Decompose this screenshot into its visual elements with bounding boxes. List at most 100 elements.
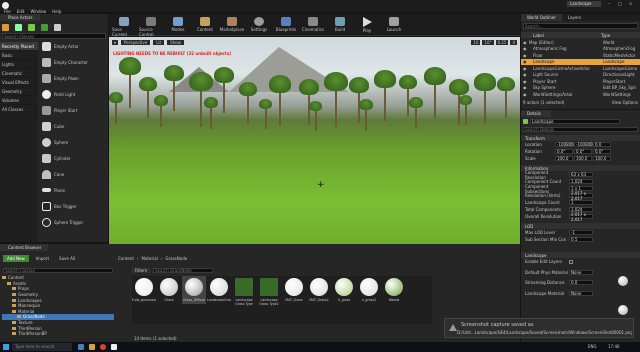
import-button[interactable]: Import (33, 255, 52, 262)
outliner-row[interactable]: ◉ Sky Sphere Edit BP_Sky_Sph (521, 85, 640, 92)
paint-mode-icon[interactable] (15, 23, 22, 31)
actor-name-input[interactable]: Landscape (530, 119, 620, 124)
visibility-eye-icon[interactable]: ◉ (521, 40, 529, 45)
breadcrumb-content[interactable]: Content (118, 256, 134, 261)
modes-button[interactable]: Modes (166, 17, 190, 32)
place-item[interactable]: Sphere (40, 134, 106, 150)
language-indicator[interactable]: ENG (588, 344, 597, 349)
add-new-button[interactable]: Add New (3, 255, 29, 262)
clock[interactable]: 17:46 (608, 344, 620, 349)
landscape-checkbox[interactable] (569, 259, 573, 264)
breadcrumb-material[interactable]: Material (142, 256, 158, 261)
toast-path[interactable]: D:/Unit...Landscape/UE4/Landscape/Saved/… (457, 330, 632, 335)
place-item[interactable]: Plane (40, 182, 106, 198)
breadcrumb-grassnode[interactable]: GrassNode (165, 256, 187, 261)
landscape-value[interactable]: 0.0 (569, 280, 593, 285)
folder-search-input[interactable]: Search Classes (3, 268, 113, 273)
category-visual-effects[interactable]: Visual Effects (0, 78, 38, 87)
save-all-button[interactable]: Save All (56, 255, 78, 262)
outliner-row[interactable]: ◉ Player Start PlayerStart (521, 78, 640, 85)
place-item[interactable]: Box Trigger (40, 198, 106, 214)
place-item[interactable]: Sphere Trigger (40, 214, 106, 230)
info-value[interactable]: 63 x 63 (569, 172, 593, 177)
taskbar-search-input[interactable]: Type here to search (12, 343, 72, 351)
cinematics-button[interactable]: Cinematics (301, 17, 325, 32)
outliner-row[interactable]: ◉ Light Source DirectionalLight (521, 72, 640, 79)
show-button[interactable]: Show (167, 40, 184, 45)
visibility-eye-icon[interactable]: ◉ (521, 79, 529, 84)
windows-start-icon[interactable] (3, 344, 9, 350)
folder-item[interactable]: ThirdPersonBP (2, 331, 114, 337)
col-label[interactable]: Label (521, 33, 601, 38)
asset-tile[interactable]: Grass_Diffuse (182, 276, 206, 304)
asset-tile[interactable]: Fullo_grassnode (132, 276, 156, 304)
content-button[interactable]: Content (193, 17, 217, 32)
tab-world-outliner[interactable]: World Outliner (521, 14, 562, 21)
foliage-mode-icon[interactable] (41, 23, 48, 31)
asset-tile[interactable]: v_grass2 (357, 276, 381, 304)
info-value[interactable]: 1,024 (569, 179, 593, 184)
asset-tile[interactable]: MAT_Grass2 (307, 276, 331, 304)
visibility-eye-icon[interactable]: ◉ (521, 72, 529, 77)
place-item[interactable]: Empty Actor (40, 38, 106, 54)
category-volumes[interactable]: Volumes (0, 96, 38, 105)
save-current-button[interactable]: Save Current (112, 17, 136, 37)
asset-tile[interactable]: V_grass (332, 276, 356, 304)
maximize-icon[interactable]: □ (618, 1, 622, 6)
perspective-button[interactable]: Perspective (121, 40, 151, 45)
outliner-search-input[interactable]: Search... (523, 23, 638, 29)
build-button[interactable]: Build (328, 17, 352, 32)
outliner-row[interactable]: ◉ Atmospheric Fog AtmosphericFog (521, 46, 640, 53)
outliner-row[interactable]: ◉ Floor StaticMeshActor (521, 52, 640, 59)
scale-x[interactable]: 100.0 (555, 156, 573, 161)
minimize-icon[interactable]: – (608, 1, 610, 6)
tab-layers[interactable]: Layers (562, 15, 587, 20)
place-item[interactable]: Cylinder (40, 150, 106, 166)
category-all-classes[interactable]: All Classes (0, 105, 38, 114)
unreal-taskbar-icon[interactable] (111, 344, 117, 350)
task-view-icon[interactable] (78, 344, 84, 350)
camera-speed-value[interactable]: 4 (510, 40, 517, 45)
view-options-button[interactable]: View Options (612, 100, 638, 105)
category-basic[interactable]: Basic (0, 51, 38, 60)
scale-snap-value[interactable]: 0.25 (495, 40, 509, 45)
viewport-options-button[interactable]: ▾ (112, 40, 119, 45)
lod-value[interactable]: -1 (569, 230, 593, 235)
visibility-eye-icon[interactable]: ◉ (521, 85, 529, 90)
place-item[interactable]: Empty Pawn (40, 70, 106, 86)
asset-tile[interactable]: Weeds (382, 276, 406, 304)
visibility-eye-icon[interactable]: ◉ (521, 66, 529, 71)
blueprints-button[interactable]: Blueprints (274, 17, 298, 32)
chrome-icon[interactable] (100, 344, 106, 350)
visibility-eye-icon[interactable]: ◉ (521, 92, 529, 97)
info-value[interactable]: 2,017 x 2,017 (569, 212, 593, 222)
visibility-eye-icon[interactable]: ◉ (521, 59, 529, 64)
asset-tile[interactable]: Landscape Grass Type (232, 276, 256, 308)
place-item[interactable]: Empty Character (40, 54, 106, 70)
place-item[interactable]: Cube (40, 118, 106, 134)
category-geometry[interactable]: Geometry (0, 87, 38, 96)
outliner-row[interactable]: ◉ WorldSettings/Actor WorldSettings (521, 91, 640, 98)
landscape-value[interactable]: None (569, 290, 593, 296)
landscape-mode-icon[interactable] (28, 23, 35, 31)
scale-y[interactable]: 100.0 (574, 156, 592, 161)
visibility-eye-icon[interactable]: ◉ (521, 46, 529, 51)
place-item[interactable]: Cone (40, 166, 106, 182)
settings-button[interactable]: Settings (247, 17, 271, 32)
close-icon[interactable]: × (629, 1, 632, 6)
asset-tile[interactable]: LandscapeGrass_Node (207, 276, 231, 304)
category-cinematic[interactable]: Cinematic (0, 69, 38, 78)
play-button[interactable]: Play (355, 17, 379, 33)
filters-button[interactable]: Filters (132, 268, 150, 273)
level-viewport[interactable]: ▾ Perspective Lit Show 10 10° 0.25 4 LIG… (109, 37, 520, 244)
info-value[interactable]: 2,017 x 2,017 (569, 191, 593, 201)
location-y[interactable]: -100800.0 (574, 142, 597, 147)
file-explorer-icon[interactable] (89, 344, 95, 350)
category-recently-placed[interactable]: Recently Placed (0, 42, 38, 51)
place-item[interactable]: Point Light (40, 86, 106, 102)
category-lights[interactable]: Lights (0, 60, 38, 69)
landscape-value[interactable]: None (569, 269, 593, 275)
lit-button[interactable]: Lit (153, 40, 165, 45)
rotation-snap-value[interactable]: 10° (482, 40, 494, 45)
place-item[interactable]: Player Start (40, 102, 106, 118)
